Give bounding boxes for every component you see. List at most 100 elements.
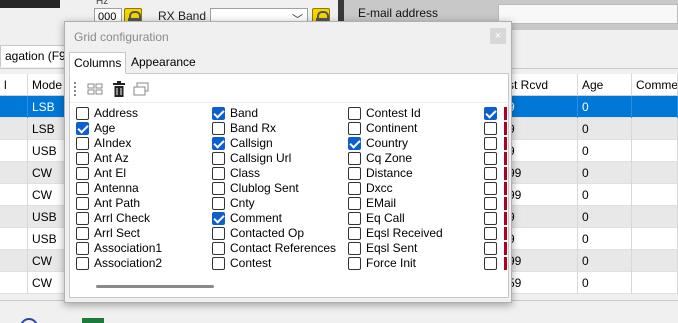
checkbox[interactable]: [212, 242, 225, 255]
checkbox[interactable]: [348, 107, 361, 120]
checkbox-checked[interactable]: [212, 137, 225, 150]
checkbox[interactable]: [76, 257, 89, 270]
checkbox[interactable]: [484, 212, 497, 225]
checkbox[interactable]: [212, 122, 225, 135]
truncated-label: [504, 182, 507, 195]
checkbox[interactable]: [212, 182, 225, 195]
columns-panel: Address Age AIndex Ant Az Ant El Antenna Ant P…: [69, 74, 510, 298]
checkbox-label: Association2: [94, 256, 163, 270]
age-cell: 0: [578, 272, 632, 294]
checkbox-label: Ant El: [94, 166, 127, 180]
checkbox[interactable]: [212, 257, 225, 270]
mode-cell: CW: [28, 272, 68, 294]
truncated-label: [504, 212, 507, 225]
checkbox[interactable]: [484, 137, 497, 150]
checkbox[interactable]: [348, 167, 361, 180]
column-header[interactable]: l: [0, 74, 28, 96]
checkbox[interactable]: [76, 167, 89, 180]
checkbox-label: Force Init: [366, 256, 417, 270]
checkbox[interactable]: [76, 137, 89, 150]
rst-rcvd-cell: 59: [504, 272, 578, 294]
table-cell: [632, 96, 678, 118]
checkbox[interactable]: [212, 197, 225, 210]
email-field[interactable]: [498, 4, 678, 24]
checkbox[interactable]: [76, 197, 89, 210]
tab-propagation[interactable]: agation (F9: [0, 45, 71, 67]
checkbox[interactable]: [484, 182, 497, 195]
checkbox[interactable]: [484, 257, 497, 270]
checkbox[interactable]: [76, 242, 89, 255]
checkbox[interactable]: [484, 227, 497, 240]
window-icon[interactable]: [132, 80, 150, 98]
checkbox-label: Contact References: [230, 241, 337, 255]
age-cell: 0: [578, 250, 632, 272]
checkbox[interactable]: [484, 152, 497, 165]
table-cell: [0, 96, 28, 118]
checkbox[interactable]: [484, 197, 497, 210]
rst-rcvd-cell: 9: [504, 228, 578, 250]
rst-rcvd-cell: 9: [504, 206, 578, 228]
checkbox-label: Band: [230, 106, 259, 120]
dialog-title: Grid configuration: [74, 30, 169, 44]
checkbox-label: Contest Id: [366, 106, 421, 120]
checkbox[interactable]: [484, 122, 497, 135]
checkbox-label: Clublog Sent: [230, 181, 299, 195]
close-button[interactable]: ×: [490, 28, 506, 44]
table-cell: [0, 184, 28, 206]
checkbox[interactable]: [348, 257, 361, 270]
truncated-label: [504, 107, 507, 120]
tab-appearance[interactable]: Appearance: [127, 52, 200, 74]
checkbox-label: AIndex: [94, 136, 132, 150]
checkbox[interactable]: [212, 152, 225, 165]
checkbox[interactable]: [348, 212, 361, 225]
grid-layout-icon[interactable]: [86, 80, 104, 98]
checkbox[interactable]: [484, 242, 497, 255]
rst-rcvd-cell: 99: [504, 162, 578, 184]
checkbox-checked[interactable]: [76, 122, 89, 135]
excel-icon[interactable]: [82, 318, 104, 323]
column-header-rst-rcvd[interactable]: st Rcvd: [504, 74, 578, 96]
mode-cell: CW: [28, 162, 68, 184]
age-cell: 0: [578, 228, 632, 250]
trash-icon[interactable]: [110, 80, 128, 98]
checkbox[interactable]: [76, 182, 89, 195]
checkbox[interactable]: [76, 227, 89, 240]
mode-cell: CW: [28, 250, 68, 272]
tab-columns[interactable]: Columns: [69, 52, 127, 74]
checkbox[interactable]: [76, 107, 89, 120]
column-header-mode[interactable]: Mode: [28, 74, 68, 96]
checkbox-label: Ant Path: [94, 196, 141, 210]
checkbox[interactable]: [76, 152, 89, 165]
column-header-comment[interactable]: Comme: [632, 74, 678, 96]
checkbox-checked[interactable]: [212, 107, 225, 120]
checkbox-checked[interactable]: [348, 137, 361, 150]
checkbox-checked[interactable]: [212, 212, 225, 225]
column-header-age[interactable]: Age: [578, 74, 632, 96]
checkbox[interactable]: [348, 122, 361, 135]
checkbox-label: Age: [94, 121, 116, 135]
checkbox[interactable]: [348, 242, 361, 255]
table-cell: [632, 228, 678, 250]
table-cell: [632, 162, 678, 184]
toolbar-divider: [70, 102, 510, 103]
table-cell: [0, 228, 28, 250]
toolbar-grip: [74, 82, 76, 96]
checkbox[interactable]: [348, 182, 361, 195]
scrollbar-thumb[interactable]: [96, 285, 214, 288]
checkbox[interactable]: [348, 227, 361, 240]
table-cell: [632, 118, 678, 140]
checkbox[interactable]: [484, 167, 497, 180]
checkbox[interactable]: [348, 152, 361, 165]
horizontal-scrollbar[interactable]: [76, 280, 502, 292]
rst-rcvd-cell: 9: [504, 140, 578, 162]
checkbox-label: Comment: [230, 211, 283, 225]
checkbox[interactable]: [212, 227, 225, 240]
table-cell: [0, 250, 28, 272]
checkbox[interactable]: [76, 212, 89, 225]
checkbox[interactable]: [348, 197, 361, 210]
table-cell: [632, 140, 678, 162]
checkbox-label: Cq Zone: [366, 151, 413, 165]
checkbox[interactable]: [212, 167, 225, 180]
checkbox-label: Arrl Check: [94, 211, 151, 225]
checkbox-checked[interactable]: [484, 107, 497, 120]
